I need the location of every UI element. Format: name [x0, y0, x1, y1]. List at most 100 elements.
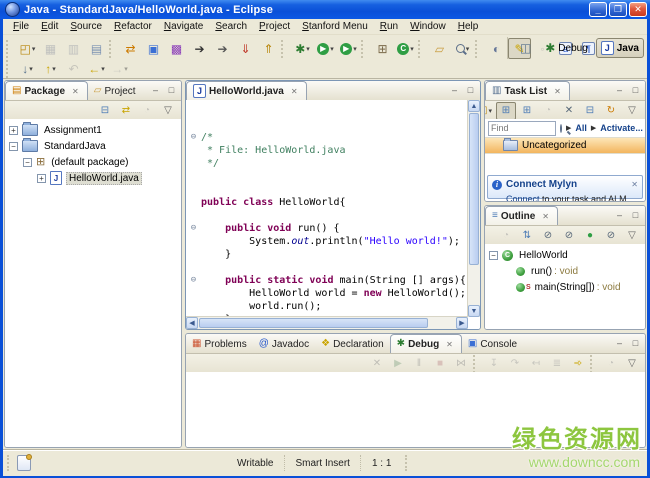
- maximize-view-icon[interactable]: □: [629, 337, 642, 350]
- back-button[interactable]: ←▾: [85, 59, 108, 80]
- collapse-icon[interactable]: −: [489, 251, 498, 260]
- fold-collapse-icon[interactable]: ⊖: [186, 131, 201, 144]
- connect-link[interactable]: Connect: [506, 194, 540, 201]
- tree-item-helloworld[interactable]: −CHelloWorld: [485, 247, 645, 263]
- package-explorer-content[interactable]: +Assignment1−StandardJava−⊞(default pack…: [5, 119, 181, 447]
- menu-edit[interactable]: Edit: [35, 20, 64, 33]
- fold-collapse-icon[interactable]: ⊖: [186, 222, 201, 235]
- hide-local-types-button[interactable]: ⊘: [601, 227, 621, 245]
- print-button[interactable]: ▤: [85, 38, 108, 59]
- minimize-view-icon[interactable]: –: [448, 84, 461, 97]
- package-explorer-tab-project[interactable]: ▱Project: [88, 82, 142, 100]
- run-console-button[interactable]: ➔: [211, 38, 234, 59]
- new-java-project-button[interactable]: ⊞: [371, 38, 394, 59]
- download-project-button[interactable]: ⇑: [257, 38, 280, 59]
- focus-on-task-button[interactable]: ◐: [485, 38, 508, 59]
- submit-project-button[interactable]: ⇓: [234, 38, 257, 59]
- menu-refactor[interactable]: Refactor: [108, 20, 158, 33]
- maximize-view-icon[interactable]: □: [464, 84, 477, 97]
- remove-terminated-button[interactable]: ✕: [367, 355, 387, 373]
- synchronize-button[interactable]: ↻: [601, 102, 621, 120]
- previous-annotation-button[interactable]: ↑▾: [39, 59, 62, 80]
- tree-item-helloworld-java[interactable]: +JHelloWorld.java: [5, 170, 181, 186]
- close-button[interactable]: ✕: [629, 2, 647, 17]
- minimize-button[interactable]: _: [589, 2, 607, 17]
- close-tab-icon[interactable]: ✕: [70, 86, 81, 97]
- close-tab-icon[interactable]: ✕: [444, 339, 455, 350]
- menu-source[interactable]: Source: [64, 20, 108, 33]
- scroll-left-icon[interactable]: ◀: [186, 317, 198, 329]
- stanford-update-button[interactable]: ⇄: [119, 38, 142, 59]
- scroll-down-icon[interactable]: ▼: [468, 305, 480, 317]
- vertical-scroll-thumb[interactable]: [469, 113, 479, 265]
- collapse-icon[interactable]: −: [9, 142, 18, 151]
- outline-tab-outline[interactable]: ≡Outline✕: [485, 206, 558, 225]
- view-menu-button[interactable]: ▽: [622, 102, 642, 120]
- open-perspective-button[interactable]: ◫: [514, 38, 537, 59]
- menu-run[interactable]: Run: [374, 20, 404, 33]
- tree-item-default-package[interactable]: −⊞(default package): [5, 154, 181, 170]
- step-over-button[interactable]: ↷: [505, 355, 525, 373]
- resume-button[interactable]: ▶: [388, 355, 408, 373]
- menu-help[interactable]: Help: [452, 20, 485, 33]
- focus-button[interactable]: ◔: [496, 227, 516, 245]
- vertical-scrollbar[interactable]: ▲ ▼: [467, 100, 480, 317]
- menu-navigate[interactable]: Navigate: [158, 20, 209, 33]
- run-applet-button[interactable]: ➔: [188, 38, 211, 59]
- expand-icon[interactable]: +: [37, 174, 46, 183]
- suspend-button[interactable]: ‖: [409, 355, 429, 373]
- title-bar[interactable]: Java - StandardJava/HelloWorld.java - Ec…: [0, 0, 650, 19]
- forward-button[interactable]: →▾: [108, 59, 131, 80]
- editor-tab-helloworld-java[interactable]: JHelloWorld.java✕: [186, 81, 307, 100]
- search-button[interactable]: ▾: [451, 38, 474, 59]
- terminate-button[interactable]: ■: [430, 355, 450, 373]
- view-menu-button[interactable]: ▽: [158, 102, 178, 120]
- code-area[interactable]: ⊖/* * File: HelloWorld.java */public cla…: [186, 100, 468, 317]
- close-tab-icon[interactable]: ✕: [540, 211, 551, 222]
- hide-completed-button[interactable]: ✕: [559, 102, 579, 120]
- expand-icon[interactable]: +: [9, 126, 18, 135]
- focus-on-workweek-button[interactable]: ◔: [538, 102, 558, 120]
- collapse-all-button[interactable]: ⊟: [580, 102, 600, 120]
- scroll-right-icon[interactable]: ▶: [456, 317, 468, 329]
- debug-button[interactable]: ✱▾: [291, 38, 314, 59]
- minimize-view-icon[interactable]: –: [613, 84, 626, 97]
- last-edit-location-button[interactable]: ↶: [62, 59, 85, 80]
- tree-item-assignment1[interactable]: +Assignment1: [5, 122, 181, 138]
- fast-view-icon[interactable]: [17, 455, 31, 471]
- next-annotation-button[interactable]: ↓▾: [16, 59, 39, 80]
- stanford-library-button[interactable]: ▩: [165, 38, 188, 59]
- stanford-browse-button[interactable]: ▣: [142, 38, 165, 59]
- bottom-tab-problems[interactable]: ▦Problems: [186, 335, 253, 353]
- minimize-view-icon[interactable]: –: [149, 84, 162, 97]
- horizontal-scrollbar[interactable]: ◀ ▶: [186, 316, 468, 329]
- close-tab-icon[interactable]: ✕: [289, 86, 300, 97]
- task-category-row[interactable]: Uncategorized: [485, 138, 645, 154]
- bottom-tab-debug[interactable]: ✱Debug✕: [390, 334, 462, 353]
- drop-to-frame-button[interactable]: ≣: [547, 355, 567, 373]
- debug-perspective-button[interactable]: ✱Debug: [540, 39, 593, 57]
- view-menu-button[interactable]: ▽: [622, 227, 642, 245]
- disconnect-button[interactable]: ⋈: [451, 355, 471, 373]
- menu-window[interactable]: Window: [404, 20, 452, 33]
- tree-item-standardjava[interactable]: −StandardJava: [5, 138, 181, 154]
- menu-file[interactable]: File: [7, 20, 35, 33]
- bottom-tab-console[interactable]: ▣Console: [462, 335, 523, 353]
- close-icon[interactable]: ✕: [631, 180, 638, 189]
- categorized-presentation-button[interactable]: ⊞: [496, 102, 516, 120]
- step-return-button[interactable]: ↤: [526, 355, 546, 373]
- collapse-all-button[interactable]: ⊟: [95, 102, 115, 120]
- menu-project[interactable]: Project: [253, 20, 296, 33]
- save-all-button[interactable]: ▥: [62, 38, 85, 59]
- scheduled-presentation-button[interactable]: ⊞: [517, 102, 537, 120]
- package-explorer-tab-package[interactable]: ▤Package✕: [5, 81, 88, 100]
- tree-item-main-string[interactable]: Smain(String[]) : void: [485, 279, 645, 295]
- run-button[interactable]: ▶▾: [314, 38, 337, 59]
- bottom-tab-javadoc[interactable]: @Javadoc: [253, 335, 315, 353]
- tree-item-run[interactable]: run() : void: [485, 263, 645, 279]
- maximize-view-icon[interactable]: □: [629, 84, 642, 97]
- use-step-filters-button[interactable]: ➾: [568, 355, 588, 373]
- open-type-button[interactable]: ▱: [428, 38, 451, 59]
- outline-content[interactable]: −CHelloWorldrun() : voidSmain(String[]) …: [485, 244, 645, 329]
- save-button[interactable]: ▦: [39, 38, 62, 59]
